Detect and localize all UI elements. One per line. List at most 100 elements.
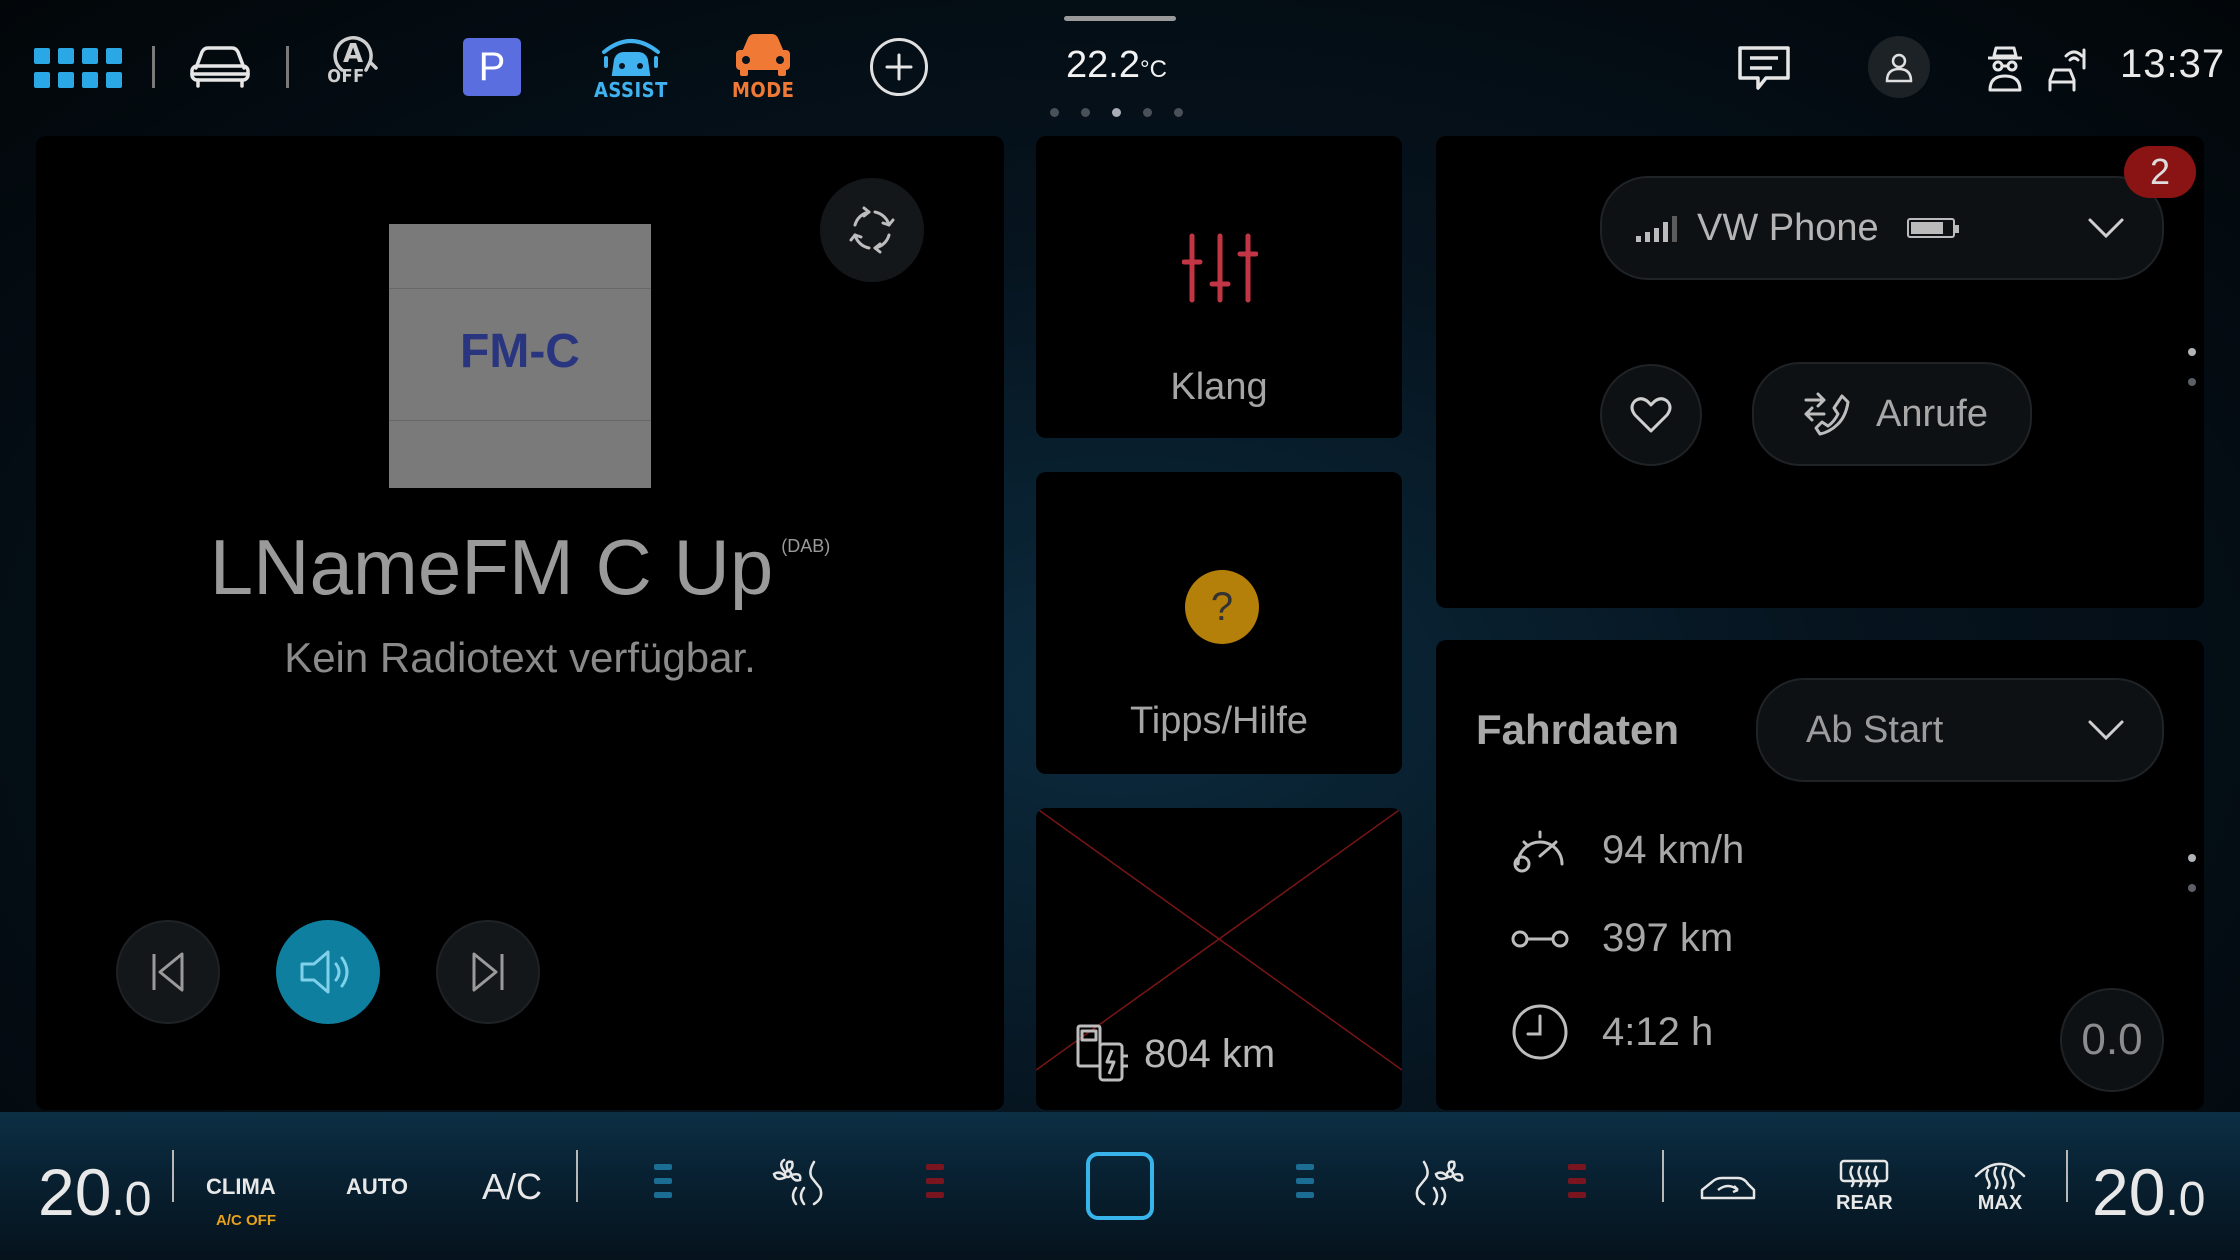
vehicle-icon[interactable]	[188, 44, 252, 92]
trip-filter-dropdown[interactable]: Ab Start	[1756, 678, 2164, 782]
skip-previous-icon	[152, 952, 184, 992]
assist-button[interactable]: ASSIST	[594, 32, 668, 102]
page-indicator	[1050, 108, 1183, 117]
passenger-temperature[interactable]: 20.0	[2092, 1154, 2205, 1230]
max-label: MAX	[1977, 1192, 2023, 1214]
passenger-seat-heat-level[interactable]	[1296, 1164, 1314, 1198]
avg-speed-row: 94 km/h	[1510, 826, 1744, 874]
avg-speed-value: 94 km/h	[1602, 827, 1745, 872]
divider	[576, 1150, 578, 1202]
auto-button[interactable]: AUTO	[346, 1174, 408, 1200]
clock-icon	[1512, 1004, 1568, 1060]
duration-row: 4:12 h	[1510, 1002, 1713, 1062]
notification-badge: 2	[2124, 146, 2196, 198]
equalizer-icon	[1181, 232, 1259, 308]
trip-data-tile[interactable]: Fahrdaten Ab Start 94 km/h 397 km 4:12 h…	[1436, 640, 2204, 1110]
phone-device-name: VW Phone	[1697, 206, 1879, 249]
climate-bar: 20.0 CLIMA A/C OFF AUTO A/C REAR MAX 20.…	[0, 1112, 2240, 1260]
plus-icon	[885, 53, 913, 81]
driver-temp-dec: .0	[111, 1173, 152, 1226]
heart-icon	[1630, 397, 1672, 433]
max-defrost-button[interactable]: MAX	[1972, 1156, 2028, 1215]
sound-label: Klang	[1170, 366, 1268, 408]
ac-button[interactable]: A/C	[482, 1166, 542, 1208]
help-icon: ?	[1185, 570, 1259, 644]
car-connectivity-icon[interactable]	[2044, 46, 2090, 96]
messages-icon[interactable]	[1736, 44, 1792, 98]
rear-defrost-button[interactable]: REAR	[1836, 1158, 1893, 1215]
driver-seat-heat-level[interactable]	[654, 1164, 672, 1198]
trip-page-indicator	[2188, 854, 2196, 892]
battery-icon	[1906, 218, 1959, 238]
user-profile-button[interactable]	[1868, 36, 1930, 98]
trip-title: Fahrdaten	[1476, 706, 1680, 753]
temperature-value: 22.2	[1066, 44, 1140, 86]
tips-help-tile[interactable]: ? Tipps/Hilfe	[1036, 472, 1402, 774]
divider	[2066, 1150, 2068, 1202]
outside-temperature: 22.2°C	[1066, 44, 1167, 87]
divider	[1662, 1150, 1664, 1202]
station-cover-art: FM-C	[389, 224, 651, 488]
driver-seat-cool-level[interactable]	[926, 1164, 944, 1198]
auto-hold-off-label: OFF	[327, 66, 365, 87]
phone-device-selector[interactable]: VW Phone	[1600, 176, 2164, 280]
passenger-seat-cool-level[interactable]	[1568, 1164, 1586, 1198]
ac-label: A/C	[482, 1166, 543, 1207]
previous-track-button[interactable]	[116, 920, 220, 1024]
drive-mode-button[interactable]: MODE	[732, 32, 794, 102]
distance-icon	[1511, 930, 1569, 947]
range-tile[interactable]: 804 km	[1036, 808, 1402, 1110]
temperature-unit: °C	[1139, 56, 1167, 83]
mode-label: MODE	[732, 78, 795, 102]
top-drag-handle[interactable]	[1064, 16, 1176, 21]
hybrid-fuel-icon	[1074, 1022, 1134, 1088]
driver-temp-int: 20	[38, 1155, 112, 1229]
ac-off-status: A/C OFF	[216, 1212, 276, 1229]
distance-row: 397 km	[1510, 916, 1733, 961]
clima-button[interactable]: CLIMA	[206, 1174, 276, 1200]
chevron-down-icon	[2088, 218, 2124, 239]
calls-label: Anrufe	[1876, 392, 1988, 435]
speaker-icon	[300, 950, 349, 994]
phone-tile[interactable]: VW Phone Anrufe	[1436, 136, 2204, 608]
svg-text:A: A	[343, 39, 363, 69]
station-source: (DAB)	[781, 536, 831, 556]
skip-next-icon	[472, 952, 504, 992]
driver-airflow-icon[interactable]	[770, 1158, 826, 1220]
range-value: 804 km	[1144, 1032, 1276, 1076]
help-icon-glyph: ?	[1210, 584, 1234, 629]
auto-label: AUTO	[346, 1174, 408, 1199]
add-shortcut-button[interactable]	[870, 38, 928, 96]
divider	[286, 46, 289, 88]
station-name-text: LNameFM C Up	[209, 523, 774, 611]
distance-value: 397 km	[1602, 916, 1734, 960]
cover-art-text: FM-C	[460, 325, 580, 378]
favorites-button[interactable]	[1600, 364, 1702, 466]
air-recirculation-icon[interactable]	[1698, 1174, 1758, 1208]
divider	[152, 46, 155, 88]
sound-settings-tile[interactable]: Klang	[1036, 136, 1402, 438]
apps-menu-icon[interactable]	[34, 48, 122, 88]
divider	[172, 1150, 174, 1202]
phone-calls-icon	[1804, 392, 1850, 436]
park-assist-button[interactable]: P	[463, 38, 521, 96]
source-switch-button[interactable]	[820, 178, 924, 282]
privacy-mode-icon[interactable]	[1984, 44, 2026, 96]
reset-trip-button[interactable]: 0.0	[2060, 988, 2164, 1092]
next-track-button[interactable]	[436, 920, 540, 1024]
consumption-value: 0.0	[2081, 1015, 2143, 1064]
trip-filter-value: Ab Start	[1806, 708, 1944, 751]
driver-temperature[interactable]: 20.0	[38, 1154, 151, 1230]
passenger-airflow-icon[interactable]	[1412, 1158, 1468, 1220]
station-name: LNameFM C Up (DAB)	[36, 522, 1004, 613]
clock: 13:37	[2120, 42, 2226, 86]
calls-button[interactable]: Anrufe	[1752, 362, 2032, 466]
auto-hold-off-button[interactable]: A OFF	[322, 32, 384, 87]
chevron-down-icon	[2088, 720, 2124, 741]
rear-label: REAR	[1836, 1192, 1893, 1214]
mute-button[interactable]	[276, 920, 380, 1024]
climate-home-button[interactable]	[1086, 1152, 1154, 1220]
clima-label: CLIMA	[206, 1174, 276, 1199]
radio-tile[interactable]: FM-C LNameFM C Up (DAB) Kein Radiotext ve…	[36, 136, 1004, 1110]
assist-label: ASSIST	[594, 78, 668, 102]
